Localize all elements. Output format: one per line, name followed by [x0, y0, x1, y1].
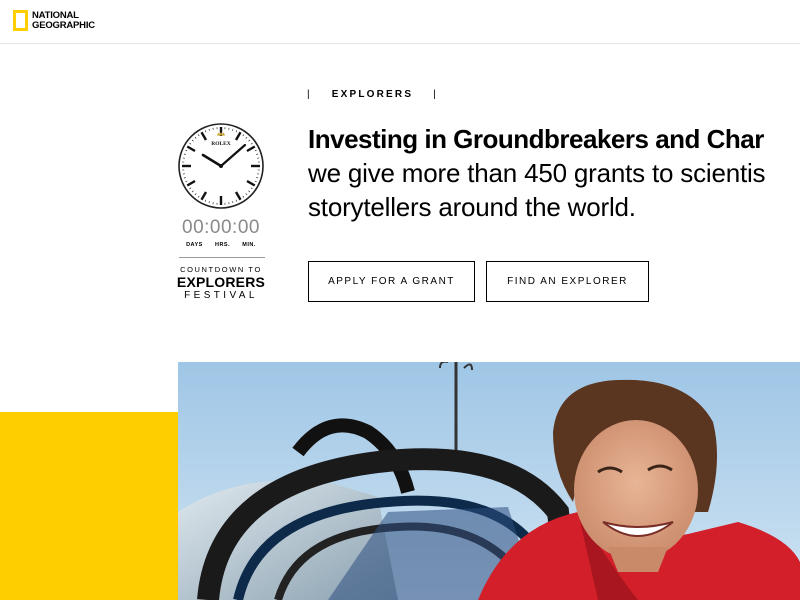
- yellow-frame-icon: [13, 10, 28, 31]
- rolex-clock-icon: ROLEX: [178, 123, 264, 209]
- natgeo-logo[interactable]: NATIONAL GEOGRAPHIC: [13, 10, 95, 31]
- unit-minutes: MIN.: [242, 242, 256, 248]
- countdown-units: DAYS HRS. MIN.: [176, 242, 266, 248]
- apply-for-grant-button[interactable]: APPLY FOR A GRANT: [308, 261, 475, 302]
- eyebrow-label: EXPLORERS: [331, 89, 414, 100]
- section-eyebrow: | EXPLORERS |: [307, 89, 438, 100]
- logo-wordmark: NATIONAL GEOGRAPHIC: [32, 10, 95, 31]
- countdown-divider: [179, 257, 265, 258]
- explorer-portrait-photo: [178, 362, 800, 600]
- countdown-label-main: EXPLORERS: [176, 274, 266, 290]
- countdown-time: 00:00:00: [182, 217, 260, 238]
- countdown-label-bottom: FESTIVAL: [184, 290, 258, 301]
- explorer-photo: [178, 362, 800, 600]
- svg-text:ROLEX: ROLEX: [211, 141, 231, 147]
- logo-line-2: GEOGRAPHIC: [32, 19, 95, 31]
- headline-line-2: we give more than 450 grants to scientis: [308, 158, 766, 188]
- headline-bold: Investing in Groundbreakers and Char: [308, 124, 764, 154]
- countdown-label-top: COUNTDOWN TO: [180, 265, 262, 274]
- hero-headline: Investing in Groundbreakers and Char we …: [308, 122, 800, 224]
- unit-hours: HRS.: [214, 242, 231, 248]
- countdown-widget[interactable]: ROLEX 00:00:00 DAYS HRS. MIN. COUNTDOWN …: [176, 122, 266, 301]
- headline-line-3: storytellers around the world.: [308, 192, 636, 222]
- unit-days: DAYS: [186, 242, 203, 248]
- site-header: NATIONAL GEOGRAPHIC: [0, 0, 800, 44]
- find-explorer-button[interactable]: FIND AN EXPLORER: [486, 261, 649, 302]
- page: NATIONAL GEOGRAPHIC ROLEX 00:00:00 DAYS …: [0, 0, 800, 600]
- yellow-accent-block: [0, 412, 178, 600]
